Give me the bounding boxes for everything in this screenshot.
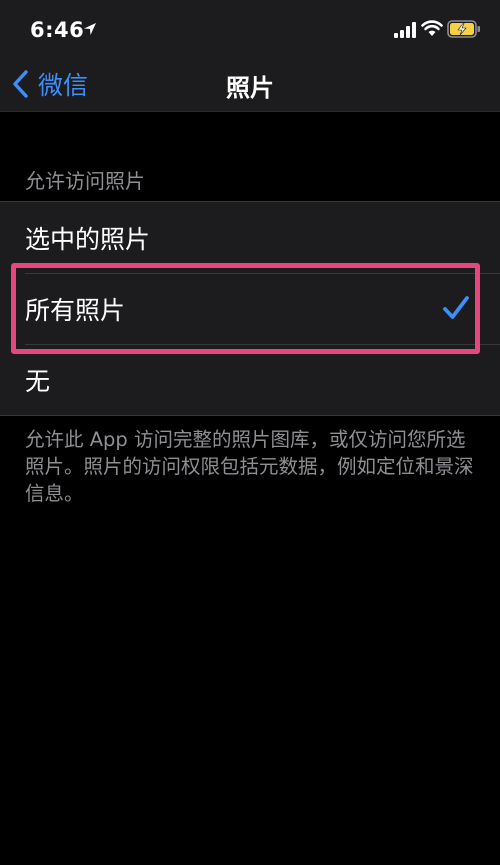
- cellular-signal-icon: [394, 22, 416, 38]
- option-all-photos[interactable]: 所有照片: [0, 273, 500, 344]
- page-title: 照片: [226, 74, 274, 102]
- option-label: 无: [25, 366, 51, 396]
- checkmark-icon: [443, 296, 469, 319]
- battery-charging-icon: [447, 20, 480, 38]
- option-none[interactable]: 无: [0, 344, 500, 415]
- option-selected-photos[interactable]: 选中的照片: [0, 202, 500, 273]
- navigation-bar: 微信 照片: [0, 58, 500, 112]
- home-indicator: [180, 850, 320, 855]
- option-label: 所有照片: [25, 295, 126, 325]
- option-label: 选中的照片: [25, 224, 151, 254]
- status-bar: 6:46: [0, 0, 500, 58]
- section-footer: 允许此 App 访问完整的照片图库，或仅访问您所选照片。照片的访问权限包括元数据…: [25, 428, 474, 505]
- section-header: 允许访问照片: [25, 169, 145, 193]
- wifi-icon: [421, 20, 443, 36]
- status-time: 6:46: [30, 18, 85, 42]
- location-arrow-icon: [84, 23, 96, 35]
- photo-access-options: 选中的照片 所有照片 无: [0, 201, 500, 416]
